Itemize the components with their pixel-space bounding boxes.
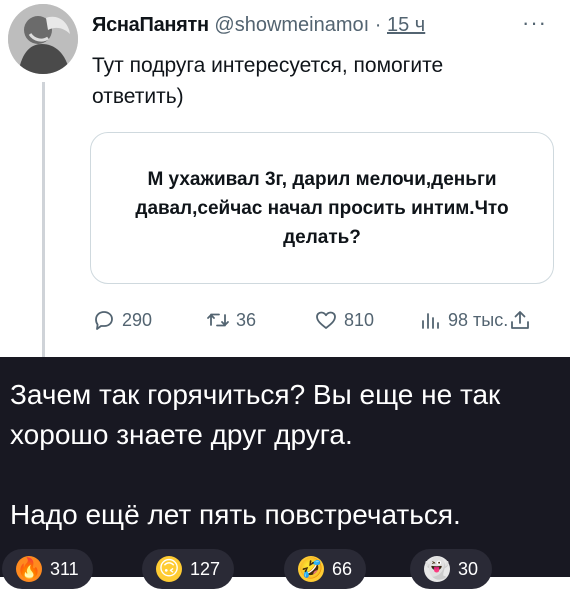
reaction-count: 66 [332, 558, 353, 579]
reactions-bar: 🔥 311 🙃 127 🤣 66 👻 30 [0, 549, 570, 589]
reaction-rolling-laughing[interactable]: 🤣 66 [284, 549, 367, 589]
tweet-time[interactable]: 15 ч [387, 14, 425, 36]
heart-icon [316, 311, 336, 329]
avatar-image [8, 4, 78, 74]
views-bar-chart-icon [422, 313, 439, 329]
tweet: ЯснаПанятн @showmeinamoı · 15 ч ··· Тут … [0, 0, 570, 357]
retweet-icon [207, 313, 229, 327]
header-separator: · [374, 14, 382, 36]
thread-line [42, 82, 45, 357]
reply-button[interactable]: 290 [92, 308, 152, 332]
tweet-header: ЯснаПанятн @showmeinamoı · 15 ч ··· [92, 10, 546, 37]
upside-down-face-icon: 🙃 [156, 556, 182, 582]
more-options-icon[interactable]: ··· [522, 10, 547, 36]
tweet-image[interactable]: М ухаживал 3г, дарил мелочи,деньги давал… [90, 132, 554, 284]
view-count: 98 тыс. [448, 309, 509, 330]
reply-icon [95, 311, 113, 330]
share-icon[interactable] [508, 308, 532, 332]
reaction-fire[interactable]: 🔥 311 [2, 549, 93, 589]
reply-count: 290 [122, 309, 153, 330]
comment-text: Зачем так горячиться? Вы еще не так хоро… [10, 379, 501, 530]
reaction-ghost[interactable]: 👻 30 [410, 549, 493, 589]
reaction-count: 30 [458, 558, 479, 579]
comment-message: Зачем так горячиться? Вы еще не так хоро… [0, 357, 570, 589]
avatar[interactable] [8, 4, 78, 74]
like-button[interactable]: 810 [314, 308, 374, 332]
rolling-laughing-face-icon: 🤣 [298, 556, 324, 582]
tweet-image-text: М ухаживал 3г, дарил мелочи,деньги давал… [135, 168, 509, 248]
views-button[interactable]: 98 тыс. [418, 308, 532, 332]
author-handle[interactable]: @showmeinamoı [214, 14, 369, 36]
tweet-text: Тут подруга интересуется, помогите ответ… [92, 54, 444, 108]
fire-icon: 🔥 [16, 556, 42, 582]
tweet-actions: 290 36 810 98 тыс. [92, 308, 562, 336]
reaction-count: 127 [190, 558, 221, 579]
retweet-count: 36 [236, 309, 257, 330]
reaction-count: 311 [50, 558, 79, 579]
reaction-upside-down-face[interactable]: 🙃 127 [142, 549, 235, 589]
ghost-icon: 👻 [424, 556, 450, 582]
like-count: 810 [344, 309, 375, 330]
retweet-button[interactable]: 36 [206, 308, 256, 332]
author-name[interactable]: ЯснаПанятн [92, 14, 209, 36]
